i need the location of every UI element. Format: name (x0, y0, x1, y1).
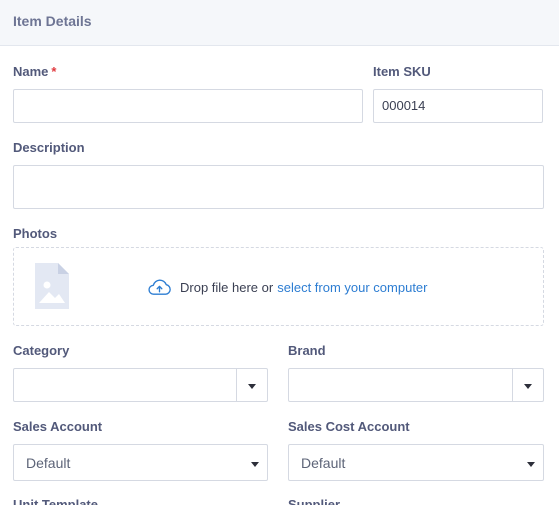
description-textarea[interactable] (13, 165, 544, 209)
sku-input-value: 000014 (382, 98, 426, 113)
sku-label: Item SKU (373, 64, 431, 79)
chevron-down-icon (527, 462, 535, 467)
sales-cost-account-label: Sales Cost Account (288, 419, 410, 434)
sku-input[interactable]: 000014 (373, 89, 543, 123)
brand-divider (512, 369, 513, 401)
sales-cost-account-value: Default (301, 455, 346, 471)
category-label: Category (13, 343, 70, 358)
photos-label: Photos (13, 226, 58, 241)
chevron-down-icon[interactable] (248, 384, 256, 389)
name-input[interactable] (13, 89, 363, 123)
photo-dropzone[interactable]: Drop file here or select from your compu… (13, 247, 544, 326)
brand-label: Brand (288, 343, 326, 358)
dropzone-prompt: Drop file here or select from your compu… (147, 277, 428, 297)
supplier-label: Supplier (288, 497, 341, 505)
select-file-link[interactable]: select from your computer (277, 280, 427, 295)
section-title: Item Details (13, 13, 92, 29)
sales-account-value: Default (26, 455, 71, 471)
name-label: Name * (13, 64, 56, 79)
file-image-icon (35, 263, 69, 309)
description-label: Description (13, 140, 85, 155)
category-divider (236, 369, 237, 401)
category-select[interactable] (13, 368, 268, 402)
unit-template-label: Unit Template (13, 497, 98, 505)
sales-cost-account-select[interactable]: Default (288, 444, 544, 481)
sales-account-label: Sales Account (13, 419, 103, 434)
required-marker: * (51, 64, 57, 79)
chevron-down-icon[interactable] (524, 384, 532, 389)
chevron-down-icon (251, 462, 259, 467)
brand-select[interactable] (288, 368, 544, 402)
drop-text: Drop file here or (180, 279, 274, 295)
cloud-upload-icon (148, 279, 171, 295)
name-label-text: Name (13, 64, 49, 79)
section-header: Item Details (0, 0, 559, 46)
sales-account-select[interactable]: Default (13, 444, 268, 481)
